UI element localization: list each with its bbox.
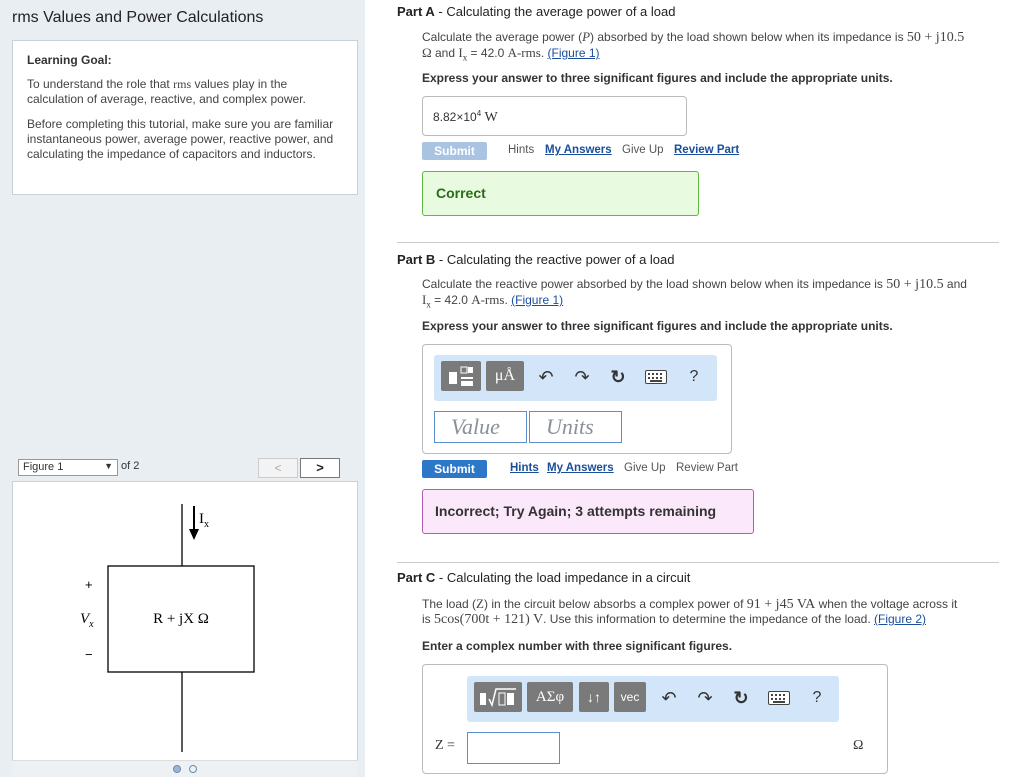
minus-sign: −: [85, 647, 93, 662]
help-icon[interactable]: ?: [684, 362, 704, 392]
current-arrow-icon: [189, 529, 199, 540]
keyboard-icon-c[interactable]: [767, 683, 791, 713]
voltage-label: Vx: [80, 611, 94, 630]
part-b-actions: Submit Hints My Answers Give Up Review P…: [422, 460, 822, 478]
part-a-actions: Submit Hints My Answers Give Up Review P…: [422, 142, 822, 160]
part-b-question: Calculate the reactive power absorbed by…: [422, 277, 967, 310]
greek-symbols-button[interactable]: ΑΣφ: [527, 682, 573, 712]
learning-goal-text: To understand the role that rms values p…: [27, 77, 306, 106]
figure-dot-1[interactable]: [173, 765, 182, 773]
redo-icon-c[interactable]: ↷: [693, 683, 717, 713]
z-label: Z =: [435, 738, 455, 753]
circuit-diagram: Ix R + jX Ω + Vx −: [80, 504, 255, 752]
help-icon-c[interactable]: ?: [807, 683, 827, 713]
part-b-feedback: Incorrect; Try Again; 3 attempts remaini…: [422, 489, 754, 534]
plus-sign: +: [85, 577, 93, 592]
dropdown-arrow-icon: ▼: [104, 461, 113, 471]
part-a-feedback: Correct: [422, 171, 699, 216]
part-b-answer-area: μÅ ↶ ↷ ↻ ? Value Units: [422, 344, 732, 454]
keyboard-icon[interactable]: [644, 362, 668, 392]
figure-dot-2[interactable]: [188, 765, 197, 773]
figure-navigation: Figure 1 ▼ of 2 < >: [12, 457, 358, 479]
part-c-question: The load (Z) in the circuit below absorb…: [422, 596, 958, 627]
reset-icon[interactable]: ↻: [606, 362, 630, 392]
units-button[interactable]: μÅ: [486, 361, 524, 391]
questions-panel: Part A - Calculating the average power o…: [365, 0, 1024, 777]
part-b-instruction: Express your answer to three significant…: [422, 319, 893, 333]
value-input[interactable]: Value: [434, 411, 527, 443]
part-a-submit-button[interactable]: Submit: [422, 142, 487, 160]
part-b-heading: Part B - Calculating the reactive power …: [397, 252, 675, 267]
templates-radical-icon[interactable]: [474, 682, 522, 712]
part-a-instruction: Express your answer to three significant…: [422, 71, 893, 85]
figure-1-link-b[interactable]: (Figure 1): [511, 293, 563, 307]
part-c-math-toolbar: ΑΣφ ↓↑ vec ↶ ↷ ↻ ?: [467, 676, 839, 722]
current-label: Ix: [199, 511, 209, 530]
previous-figure-button[interactable]: <: [258, 458, 298, 478]
figure-2-link[interactable]: (Figure 2): [874, 612, 926, 626]
part-c-answer-area: ΑΣφ ↓↑ vec ↶ ↷ ↻ ? Z = Ω: [422, 664, 888, 774]
next-figure-button[interactable]: >: [300, 458, 340, 478]
undo-icon-c[interactable]: ↶: [657, 683, 681, 713]
part-a-heading: Part A - Calculating the average power o…: [397, 4, 676, 19]
impedance-input[interactable]: [467, 732, 560, 764]
figure-select[interactable]: Figure 1 ▼: [18, 459, 118, 476]
part-b-submit-button[interactable]: Submit: [422, 460, 487, 478]
vector-button[interactable]: vec: [614, 682, 646, 712]
units-input[interactable]: Units: [529, 411, 622, 443]
part-c-heading: Part C - Calculating the load impedance …: [397, 570, 691, 585]
learning-goal-heading: Learning Goal:: [27, 53, 112, 67]
part-c-instruction: Enter a complex number with three signif…: [422, 639, 733, 653]
load-label: R + jX Ω: [153, 611, 209, 627]
part-a-review-link[interactable]: Review Part: [674, 144, 739, 156]
part-a-give-up-link[interactable]: Give Up: [622, 144, 664, 156]
part-a-question: Calculate the average power (P) absorbed…: [422, 29, 965, 63]
part-a-answer-field[interactable]: 8.82×104 W: [422, 96, 687, 136]
part-b-review-link[interactable]: Review Part: [676, 462, 738, 474]
figure-count: of 2: [121, 460, 140, 472]
templates-icon[interactable]: [441, 361, 481, 391]
undo-icon[interactable]: ↶: [534, 362, 558, 392]
part-b-hints-link[interactable]: Hints: [510, 462, 539, 474]
part-b-math-toolbar: μÅ ↶ ↷ ↻ ?: [434, 355, 717, 401]
part-a-hints-link[interactable]: Hints: [508, 144, 534, 156]
part-a-my-answers-link[interactable]: My Answers: [545, 144, 612, 156]
figure-1-link[interactable]: (Figure 1): [548, 46, 600, 60]
tutorial-title: rms Values and Power Calculations: [12, 9, 264, 26]
divider-b-c: [397, 562, 999, 563]
learning-goal-box: Learning Goal: To understand the role th…: [12, 40, 358, 195]
redo-icon[interactable]: ↷: [570, 362, 594, 392]
divider-a-b: [397, 242, 999, 243]
subscript-superscript-button[interactable]: ↓↑: [579, 682, 609, 712]
prerequisite-text: Before completing this tutorial, make su…: [27, 117, 334, 161]
left-panel: rms Values and Power Calculations Learni…: [0, 0, 365, 777]
reset-icon-c[interactable]: ↻: [729, 683, 753, 713]
figure-panel: Ix R + jX Ω + Vx −: [12, 481, 358, 777]
part-a-answer: 8.82×104 W: [433, 109, 498, 125]
ohm-unit-label: Ω: [853, 738, 864, 753]
part-b-give-up-link[interactable]: Give Up: [624, 462, 666, 474]
figure-pagination: [12, 760, 358, 777]
part-b-my-answers-link[interactable]: My Answers: [547, 462, 614, 474]
